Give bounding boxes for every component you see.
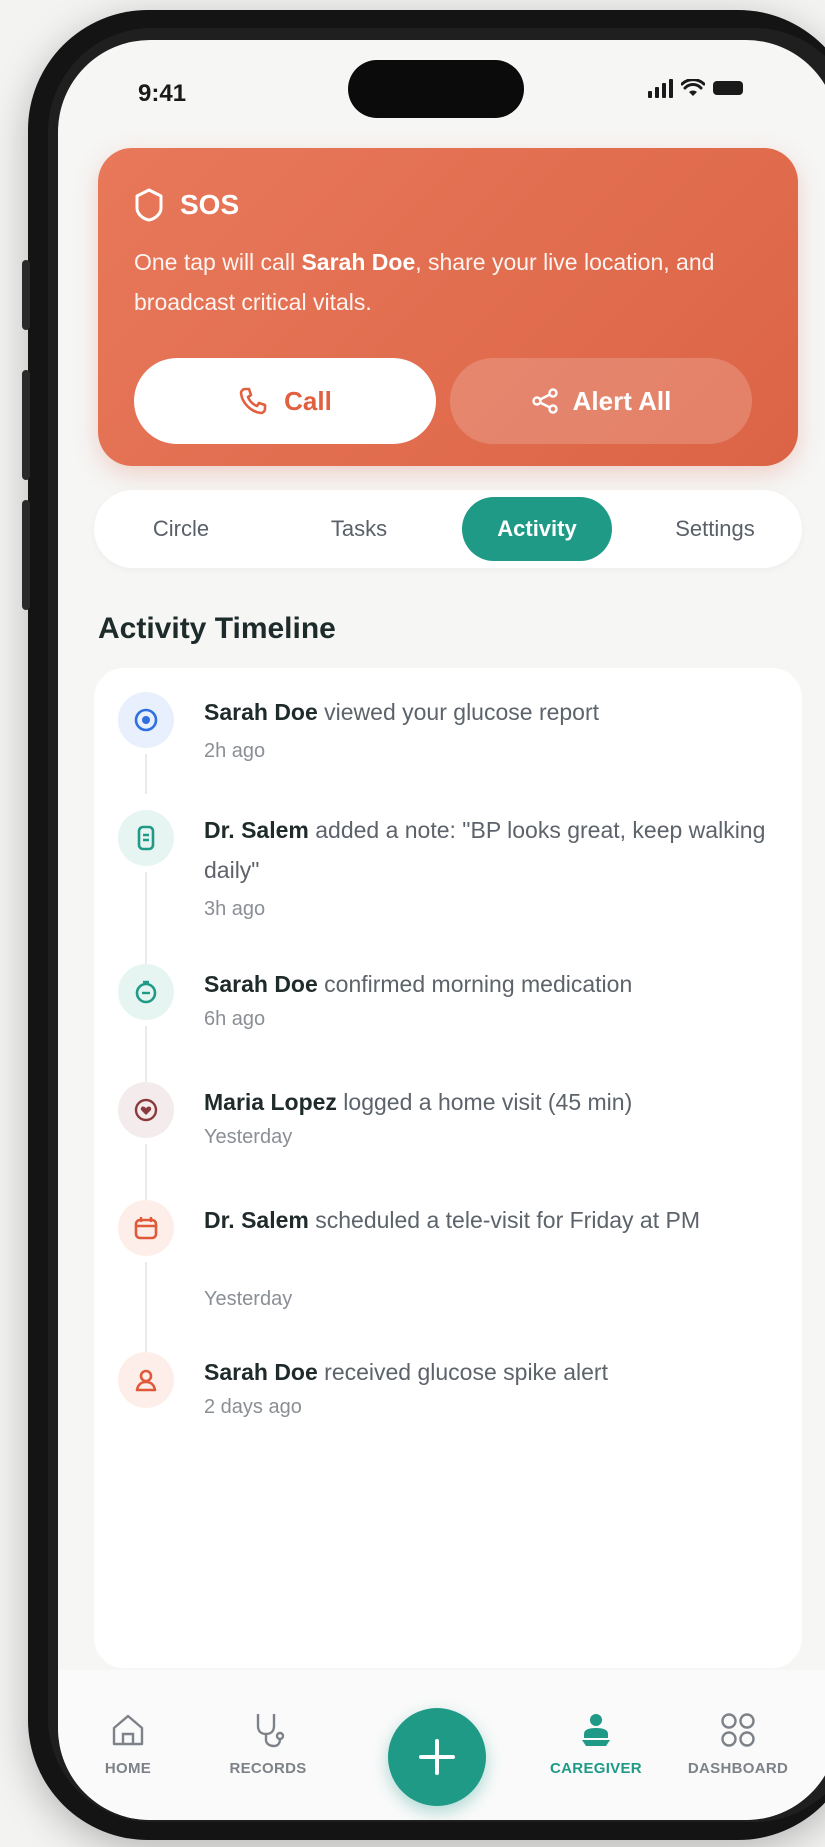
call-button[interactable]: Call — [134, 358, 436, 444]
app-screen: 9:41 SOS One tap will call Sarah Doe, sh… — [58, 40, 825, 1820]
activity-timeline: Sarah Doe viewed your glucose report 2h … — [94, 668, 802, 1668]
timeline-text: Dr. Salem scheduled a tele-visit for Fri… — [204, 1200, 784, 1240]
signal-icon — [648, 78, 673, 98]
timeline-action: viewed your glucose report — [317, 699, 600, 725]
nav-label: HOME — [104, 1760, 152, 1777]
timeline-actor: Dr. Salem — [204, 817, 309, 843]
bottom-nav: HOME RECORDS CAREGIVER DASHBOARD — [58, 1670, 825, 1820]
timeline-connector — [145, 872, 147, 972]
timeline-action: logged a home visit (45 min) — [336, 1089, 633, 1115]
side-button — [22, 260, 30, 330]
sos-header: SOS — [134, 188, 762, 222]
nav-caregiver[interactable]: CAREGIVER — [536, 1710, 656, 1777]
eye-icon — [118, 692, 174, 748]
sos-actions: Call Alert All — [134, 358, 752, 444]
dashboard-icon — [721, 1713, 755, 1747]
pill-icon — [118, 964, 174, 1020]
timeline-time: 2h ago — [204, 740, 266, 762]
timeline-text: Sarah Doe received glucose spike alert — [204, 1352, 784, 1392]
timeline-time: Yesterday — [204, 1288, 293, 1310]
person-icon — [118, 1352, 174, 1408]
shield-icon — [135, 188, 163, 222]
timeline-text: Sarah Doe viewed your glucose report — [204, 692, 784, 732]
timeline-action: confirmed morning medication — [317, 971, 633, 997]
dynamic-island — [348, 60, 524, 118]
sos-card: SOS One tap will call Sarah Doe, share y… — [98, 148, 798, 466]
timeline-actor: Sarah Doe — [204, 971, 318, 997]
timeline-time: Yesterday — [204, 1126, 293, 1148]
plus-icon — [419, 1739, 455, 1775]
sos-title: SOS — [180, 189, 240, 220]
timeline-actor: Maria Lopez — [204, 1089, 337, 1115]
home-icon — [112, 1714, 144, 1746]
sos-description: One tap will call Sarah Doe, share your … — [134, 242, 734, 322]
battery-icon — [713, 81, 743, 95]
calendar-icon — [118, 1200, 174, 1256]
status-icons — [648, 78, 743, 98]
timeline-actor: Dr. Salem — [204, 1207, 309, 1233]
timeline-time: 2 days ago — [204, 1396, 302, 1418]
tab-tasks[interactable]: Tasks — [284, 497, 434, 561]
sos-desc-name: Sarah Doe — [301, 249, 416, 275]
tab-activity[interactable]: Activity — [462, 497, 612, 561]
caregiver-icon — [582, 1714, 610, 1746]
status-time: 9:41 — [138, 80, 187, 107]
wifi-icon — [681, 79, 705, 96]
nav-label: CAREGIVER — [550, 1760, 642, 1777]
timeline-action: scheduled a tele-visit for Friday at PM — [308, 1207, 701, 1233]
note-icon — [118, 810, 174, 866]
side-button — [22, 370, 30, 480]
alert-all-button[interactable]: Alert All — [450, 358, 752, 444]
timeline-connector — [145, 1144, 147, 1200]
records-icon — [256, 1714, 285, 1748]
nav-label: DASHBOARD — [687, 1760, 789, 1777]
timeline-text: Sarah Doe confirmed morning medication — [204, 964, 784, 1004]
tab-circle[interactable]: Circle — [106, 497, 256, 561]
timeline-text: Dr. Salem added a note: "BP looks great,… — [204, 810, 784, 890]
phone-icon — [239, 387, 267, 415]
side-button — [22, 500, 30, 610]
timeline-time: 6h ago — [204, 1008, 266, 1030]
timeline-action: received glucose spike alert — [317, 1359, 608, 1385]
timeline-actor: Sarah Doe — [204, 699, 318, 725]
nav-home[interactable]: HOME — [68, 1710, 188, 1777]
nav-label: RECORDS — [229, 1760, 307, 1777]
timeline-text: Maria Lopez logged a home visit (45 min) — [204, 1082, 784, 1122]
tab-bar: Circle Tasks Activity Settings — [94, 490, 802, 568]
heart-icon — [118, 1082, 174, 1138]
call-label: Call — [284, 385, 332, 416]
timeline-connector — [145, 1262, 147, 1362]
add-button[interactable] — [388, 1708, 486, 1806]
timeline-connector — [145, 754, 147, 794]
share-icon — [531, 388, 558, 414]
tab-settings[interactable]: Settings — [640, 497, 790, 561]
nav-records[interactable]: RECORDS — [208, 1710, 328, 1777]
nav-dashboard[interactable]: DASHBOARD — [678, 1710, 798, 1777]
sos-desc-prefix: One tap will call — [134, 249, 302, 275]
timeline-time: 3h ago — [204, 898, 266, 920]
timeline-connector — [145, 1026, 147, 1082]
section-title: Activity Timeline — [98, 612, 336, 645]
alert-all-label: Alert All — [572, 385, 672, 416]
timeline-actor: Sarah Doe — [204, 1359, 318, 1385]
